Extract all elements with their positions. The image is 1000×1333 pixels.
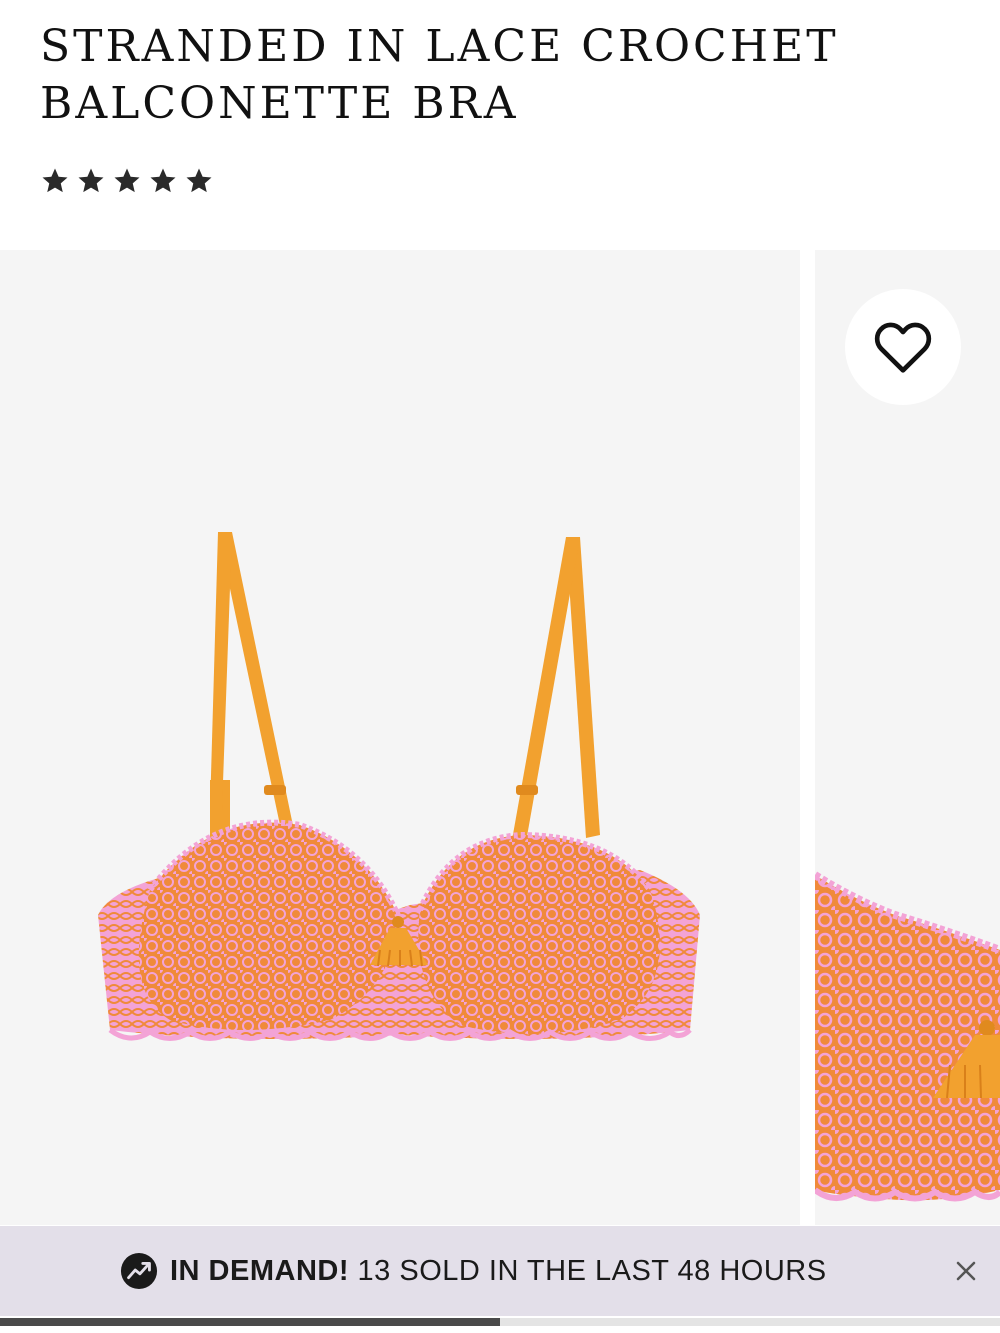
star-icon bbox=[40, 166, 70, 196]
carousel-progress-fill bbox=[0, 1318, 500, 1326]
star-icon bbox=[76, 166, 106, 196]
wishlist-button[interactable] bbox=[845, 289, 961, 405]
banner-message: IN DEMAND! 13 SOLD IN THE LAST 48 HOURS bbox=[170, 1255, 827, 1288]
star-rating[interactable] bbox=[40, 166, 214, 196]
close-icon[interactable] bbox=[948, 1253, 984, 1289]
carousel-progress-bar bbox=[0, 1318, 1000, 1326]
star-icon bbox=[148, 166, 178, 196]
trending-up-icon bbox=[120, 1252, 158, 1290]
heart-icon bbox=[874, 322, 932, 373]
bra-illustration bbox=[98, 532, 700, 1041]
product-image-carousel[interactable] bbox=[0, 250, 1000, 1225]
product-image-main[interactable] bbox=[0, 250, 800, 1225]
banner-highlight: IN DEMAND! bbox=[170, 1254, 349, 1287]
banner-message-text: 13 SOLD IN THE LAST 48 HOURS bbox=[349, 1254, 827, 1287]
product-title: STRANDED IN LACE CROCHET BALCONETTE BRA bbox=[40, 21, 839, 129]
star-icon bbox=[112, 166, 142, 196]
star-icon bbox=[184, 166, 214, 196]
in-demand-banner: IN DEMAND! 13 SOLD IN THE LAST 48 HOURS bbox=[0, 1226, 1000, 1316]
